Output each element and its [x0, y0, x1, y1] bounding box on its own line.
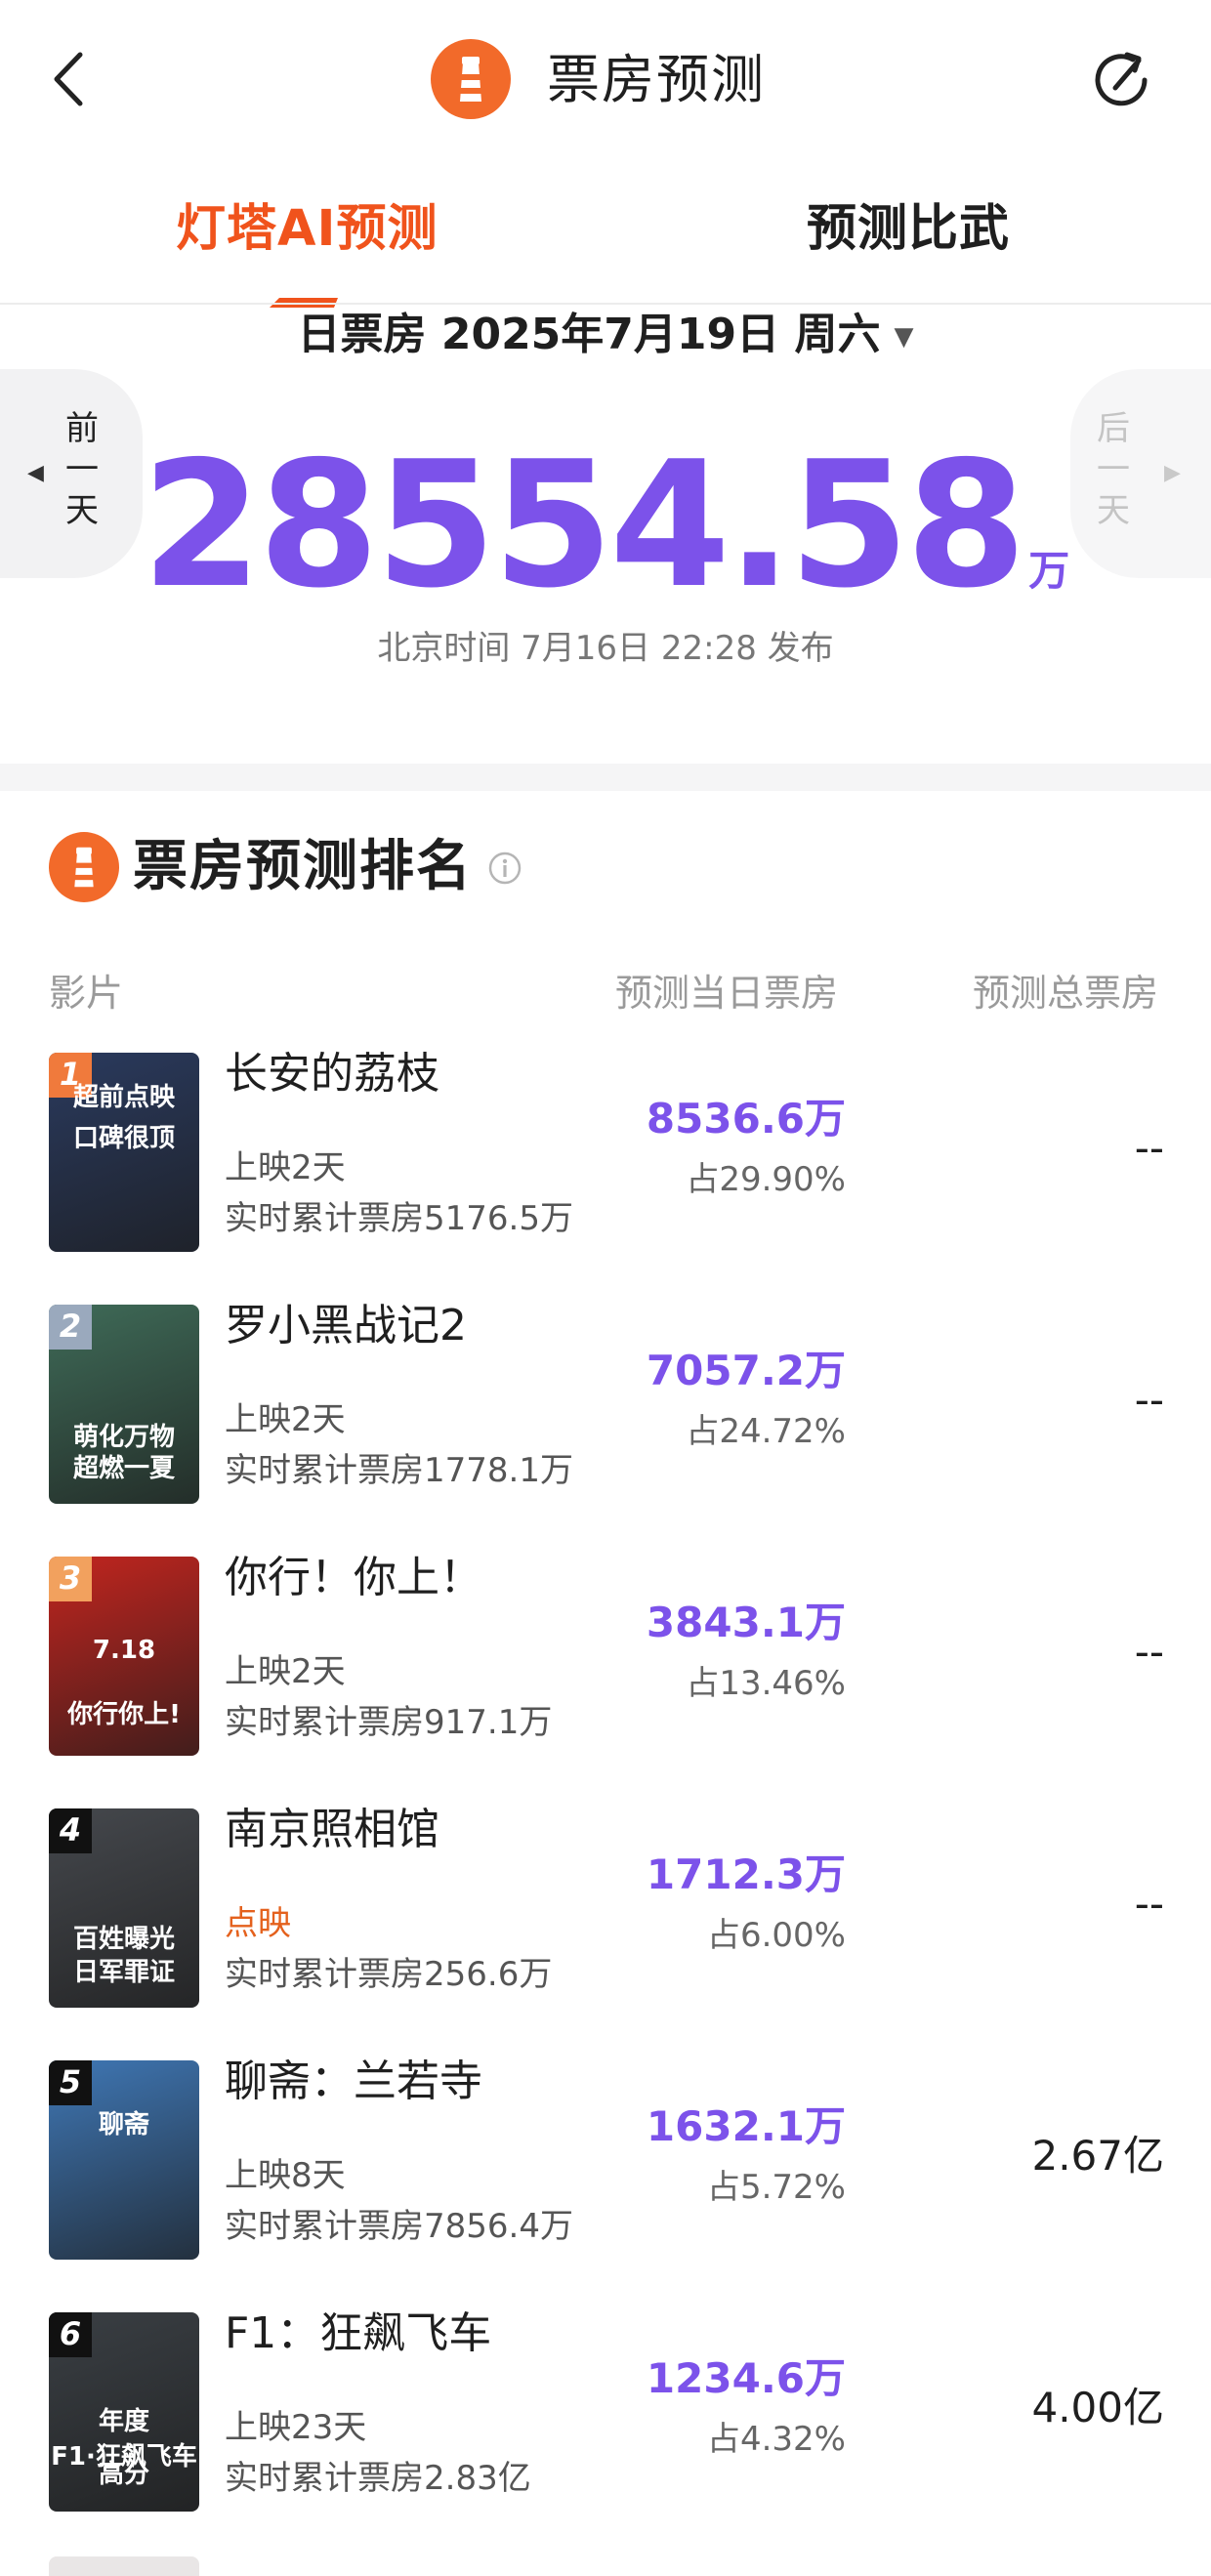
date-label: 日票房 2025年7月19日 周六	[297, 310, 881, 359]
movie-poster: 5 聊斋	[49, 2060, 199, 2260]
ranking-row[interactable]: 6 年度 高分 F1·狂飙飞车 F1：狂飙飞车 上映23天 实时累计票房2.83亿 1234.…	[0, 2303, 1211, 2555]
cumulative-box-office: 实时累计票房2.83亿	[225, 2459, 531, 2498]
predicted-total-box-office: --	[1134, 1628, 1164, 1676]
share-refresh-icon	[1095, 52, 1148, 106]
daily-share: 占29.90%	[686, 1160, 846, 1199]
ranking-row[interactable]: 1 超前点映 口碑很顶 长安的荔枝 上映2天 实时累计票房5176.5万 8536.6万 占2…	[0, 1043, 1211, 1295]
cumulative-box-office: 实时累计票房917.1万	[225, 1703, 553, 1742]
chevron-left-icon	[54, 52, 83, 106]
movie-title: 长安的荔枝	[225, 1049, 439, 1099]
poster-caption: 超前点映	[72, 1083, 175, 1112]
poster-caption: F1·狂飙飞车	[51, 2442, 197, 2472]
predicted-daily-box-office: 1234.6万	[646, 2354, 846, 2402]
publish-note: 北京时间 7月16日 22:28 发布	[377, 629, 834, 668]
cumulative-box-office: 实时累计票房1778.1万	[225, 1451, 573, 1490]
poster-caption: 7.18	[92, 1636, 156, 1665]
ranking-title: 票房预测排名	[133, 835, 473, 898]
rank-badge: 5	[49, 2060, 92, 2105]
predicted-daily-box-office: 8536.6万	[646, 1095, 846, 1143]
column-header-total: 预测总票房	[973, 972, 1159, 1015]
predicted-total-box-office: 2.67亿	[1031, 2132, 1164, 2180]
poster-caption: 超燃一夏	[72, 1454, 175, 1483]
poster-caption: 口碑很顶	[72, 1124, 175, 1153]
predicted-total-box-office: --	[1134, 1376, 1164, 1424]
rank-badge: 6	[49, 2312, 92, 2357]
poster-caption: 日军罪证	[72, 1958, 175, 1987]
lighthouse-logo-icon	[431, 39, 511, 119]
daily-share: 占6.00%	[706, 1916, 846, 1955]
next-poster-partial	[49, 2556, 199, 2576]
predicted-total-box-office: 4.00亿	[1031, 2384, 1164, 2431]
movie-title: F1：狂飙飞车	[225, 2308, 492, 2358]
ranking-row[interactable]: 4 百姓曝光日军罪证 南京照相馆点映实时累计票房256.6万 1712.3万占6.00…	[0, 1799, 1211, 2051]
movie-poster: 1 超前点映 口碑很顶	[49, 1053, 199, 1252]
movie-title: 罗小黑战记2	[225, 1301, 467, 1350]
active-tab-indicator	[270, 293, 338, 308]
predicted-daily-box-office: 1712.3万	[646, 1850, 846, 1898]
forecast-number: 28554.58	[141, 424, 1027, 626]
cumulative-box-office: 实时累计票房7856.4万	[225, 2207, 573, 2246]
back-button[interactable]	[51, 49, 86, 109]
info-icon[interactable]	[488, 852, 522, 885]
predicted-total-box-office: --	[1134, 1880, 1164, 1928]
rank-badge: 4	[49, 1808, 92, 1853]
movie-poster: 4 百姓曝光日军罪证	[49, 1808, 199, 2008]
cumulative-box-office: 实时累计票房256.6万	[225, 1955, 553, 1994]
poster-caption: 你行你上!	[67, 1700, 181, 1729]
poster-caption: 聊斋	[98, 2110, 149, 2140]
ranking-row[interactable]: 5 聊斋 聊斋：兰若寺 上映8天 实时累计票房7856.4万 1632.1万 占5.72% 2…	[0, 2051, 1211, 2303]
ranking-row[interactable]: 2 萌化万物 超燃一夏 罗小黑战记2 上映2天实时累计票房1778.1万 7057.2万占…	[0, 1295, 1211, 1547]
tab-forecast-contest[interactable]: 预测比武	[807, 195, 1010, 264]
tab-ai-forecast[interactable]: 灯塔AI预测	[176, 195, 438, 264]
movie-poster: 6 年度 高分 F1·狂飙飞车	[49, 2312, 199, 2512]
movie-title: 南京照相馆	[225, 1805, 439, 1854]
release-status: 上映8天	[225, 2156, 346, 2195]
release-status: 点映	[225, 1904, 291, 1943]
poster-caption: 萌化万物	[72, 1423, 175, 1452]
ranking-row[interactable]: 3 7.18 你行你上! 你行！你上！ 上映2天实时累计票房917.1万 3843.1万占…	[0, 1547, 1211, 1799]
predicted-daily-box-office: 3843.1万	[646, 1599, 846, 1646]
lighthouse-section-icon	[49, 832, 119, 902]
movie-title: 你行！你上！	[225, 1553, 482, 1602]
poster-caption: 年度	[98, 2407, 149, 2436]
predicted-daily-box-office: 7057.2万	[646, 1347, 846, 1394]
release-status: 上映2天	[225, 1148, 346, 1187]
predicted-daily-box-office: 1632.1万	[646, 2102, 846, 2150]
column-header-film: 影片	[49, 972, 124, 1015]
movie-poster: 3 7.18 你行你上!	[49, 1557, 199, 1756]
daily-share: 占5.72%	[706, 2168, 846, 2207]
forecast-unit: 万	[1028, 547, 1070, 595]
page-title: 票房预测	[547, 49, 766, 110]
date-selector[interactable]: 日票房 2025年7月19日 周六 ▼	[0, 305, 1211, 367]
rank-badge: 2	[49, 1305, 92, 1350]
release-status: 上映2天	[225, 1400, 346, 1439]
release-status: 上映2天	[225, 1652, 346, 1691]
daily-share: 占4.32%	[706, 2420, 846, 2459]
poster-caption: 百姓曝光	[72, 1925, 175, 1954]
section-divider	[0, 764, 1211, 791]
daily-share: 占24.72%	[686, 1412, 846, 1451]
movie-title: 聊斋：兰若寺	[225, 2057, 482, 2106]
release-status: 上映23天	[225, 2408, 367, 2447]
column-header-daily: 预测当日票房	[615, 972, 839, 1015]
cumulative-box-office: 实时累计票房5176.5万	[225, 1199, 573, 1238]
daily-share: 占13.46%	[686, 1664, 846, 1703]
movie-poster: 2 萌化万物 超燃一夏	[49, 1305, 199, 1504]
rank-badge: 3	[49, 1557, 92, 1601]
caret-down-icon: ▼	[894, 322, 914, 352]
predicted-total-box-office: --	[1134, 1124, 1164, 1172]
share-button[interactable]	[1086, 45, 1156, 115]
